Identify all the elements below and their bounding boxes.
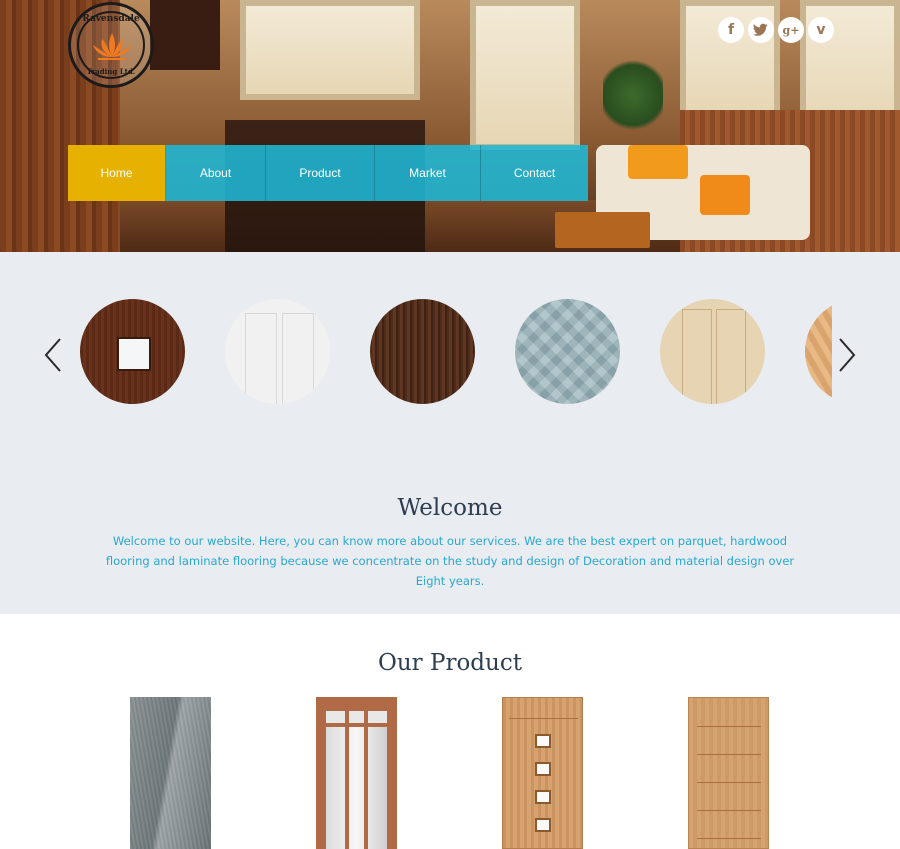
- lotus-icon: [93, 33, 131, 60]
- nav-item-about[interactable]: About: [166, 145, 266, 201]
- door-rail: [326, 723, 387, 727]
- hero-cushion: [628, 145, 688, 179]
- welcome-paragraph: Welcome to our website. Here, you can kn…: [105, 534, 795, 588]
- social-links: f g+ v: [718, 17, 834, 43]
- hero-window: [240, 0, 420, 100]
- site-logo[interactable]: Ravensdale Trading Ltd.: [68, 2, 154, 88]
- twitter-bird-glyph: [753, 23, 768, 36]
- welcome-section: Welcome Welcome to our website. Here, yo…: [0, 252, 900, 614]
- door-rail: [697, 754, 761, 755]
- hero-banner: Ravensdale Trading Ltd. f g+ v Home Abou…: [0, 0, 900, 252]
- hero-coffee-table: [555, 212, 650, 248]
- door-rail: [697, 810, 761, 811]
- carousel-swatch[interactable]: [515, 299, 620, 404]
- door-pane: [535, 734, 551, 748]
- door-pane: [535, 818, 551, 832]
- door-mullion: [364, 711, 368, 849]
- door-glass: [326, 711, 387, 723]
- main-navigation: Home About Product Market Contact: [68, 145, 588, 201]
- product-card[interactable]: [502, 697, 583, 849]
- door-rail: [697, 838, 761, 839]
- carousel-swatch[interactable]: [660, 299, 765, 404]
- carousel-prev-button[interactable]: [43, 337, 63, 373]
- product-carousel: [80, 299, 832, 405]
- product-card[interactable]: [316, 697, 397, 849]
- logo-bottom-text: Trading Ltd.: [86, 67, 136, 76]
- door-rail: [697, 782, 761, 783]
- logo-top-text: Ravensdale: [82, 14, 140, 24]
- nav-item-product[interactable]: Product: [266, 145, 375, 201]
- door-mullion: [345, 711, 349, 849]
- vimeo-icon[interactable]: v: [808, 17, 834, 43]
- hero-window: [470, 0, 580, 150]
- google-plus-icon[interactable]: g+: [778, 17, 804, 43]
- door-rail: [509, 718, 578, 719]
- chevron-left-icon: [44, 338, 61, 372]
- nav-item-market[interactable]: Market: [375, 145, 481, 201]
- product-card[interactable]: [688, 697, 769, 849]
- door-pane: [535, 762, 551, 776]
- hero-plant: [603, 55, 663, 135]
- products-heading: Our Product: [378, 650, 522, 676]
- carousel-swatch[interactable]: [805, 299, 832, 404]
- carousel-swatch[interactable]: [370, 299, 475, 404]
- facebook-icon[interactable]: f: [718, 17, 744, 43]
- hero-cushion: [700, 175, 750, 215]
- carousel-swatch[interactable]: [225, 299, 330, 404]
- door-glass: [326, 725, 387, 849]
- hero-cabinet: [150, 0, 220, 70]
- chevron-right-icon: [839, 338, 856, 372]
- welcome-heading: Welcome: [397, 495, 503, 521]
- twitter-icon[interactable]: [748, 17, 774, 43]
- carousel-next-button[interactable]: [837, 337, 857, 373]
- door-pane: [535, 790, 551, 804]
- product-card[interactable]: [130, 697, 211, 849]
- door-rail: [697, 726, 761, 727]
- carousel-swatch[interactable]: [80, 299, 185, 404]
- nav-item-home[interactable]: Home: [68, 145, 166, 201]
- nav-item-contact[interactable]: Contact: [481, 145, 588, 201]
